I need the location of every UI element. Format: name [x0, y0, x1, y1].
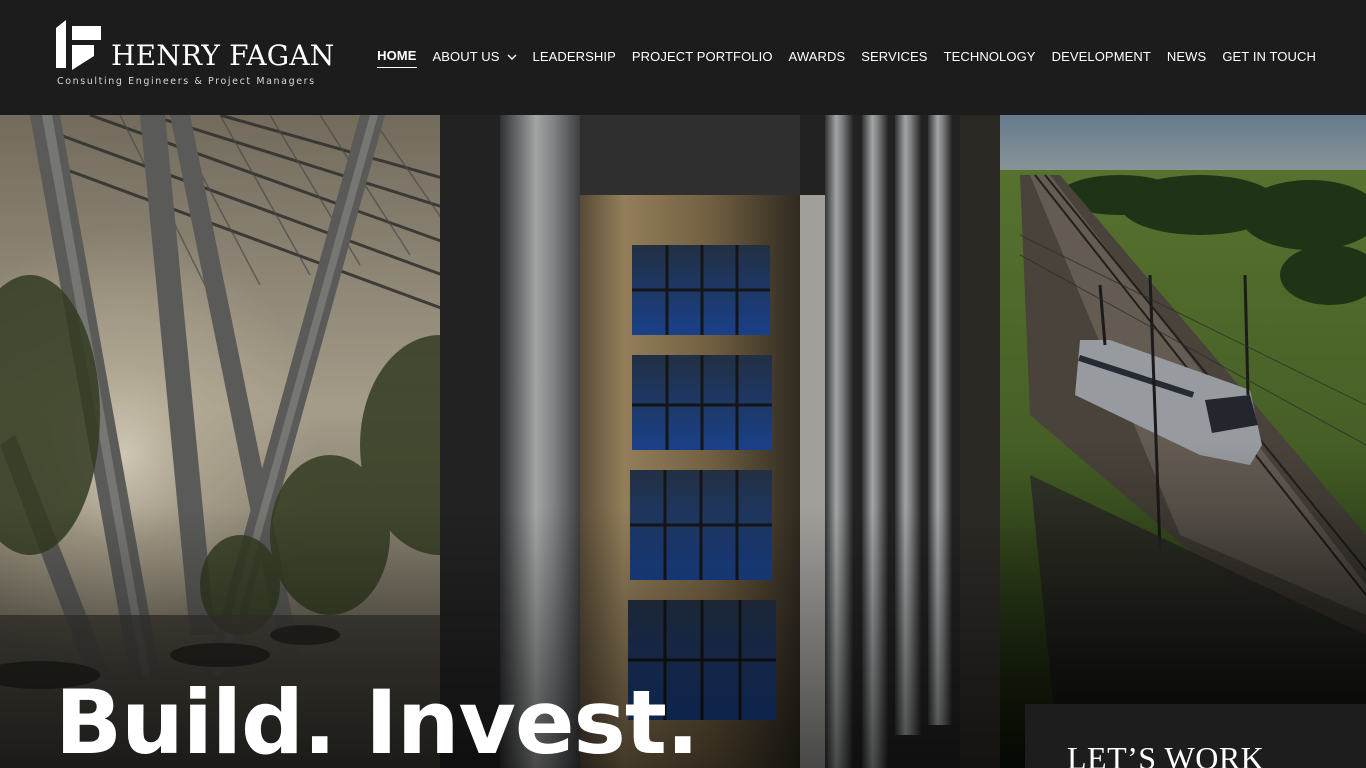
- nav-awards[interactable]: AWARDS: [789, 47, 846, 67]
- nav-leadership[interactable]: LEADERSHIP: [533, 47, 616, 67]
- brand-logo[interactable]: HENRY FAGAN Consulting Engineers & Proje…: [56, 20, 346, 90]
- nav-technology[interactable]: TECHNOLOGY: [944, 47, 1036, 67]
- nav-home[interactable]: HOME: [377, 46, 417, 68]
- nav-get-in-touch[interactable]: GET IN TOUCH: [1222, 47, 1316, 67]
- brand-name: HENRY FAGAN: [111, 39, 335, 72]
- site-header: HENRY FAGAN Consulting Engineers & Proje…: [0, 0, 1366, 115]
- hf-monogram-icon: [56, 20, 101, 70]
- nav-services[interactable]: SERVICES: [861, 47, 927, 67]
- hero-headline: Build. Invest.: [55, 671, 699, 768]
- nav-development[interactable]: DEVELOPMENT: [1052, 47, 1151, 67]
- main-nav: HOME ABOUT US LEADERSHIP PROJECT PORTFOL…: [377, 46, 1316, 68]
- lets-work-panel[interactable]: LET’S WORK: [1025, 704, 1366, 768]
- nav-about-us[interactable]: ABOUT US: [433, 47, 517, 67]
- nav-news[interactable]: NEWS: [1167, 47, 1206, 67]
- hero-banner: Build. Invest. LET’S WORK: [0, 115, 1366, 768]
- chevron-down-icon: [507, 54, 517, 60]
- nav-project-portfolio[interactable]: PROJECT PORTFOLIO: [632, 47, 773, 67]
- brand-tagline: Consulting Engineers & Project Managers: [57, 76, 316, 87]
- lets-work-title: LET’S WORK: [1067, 740, 1265, 768]
